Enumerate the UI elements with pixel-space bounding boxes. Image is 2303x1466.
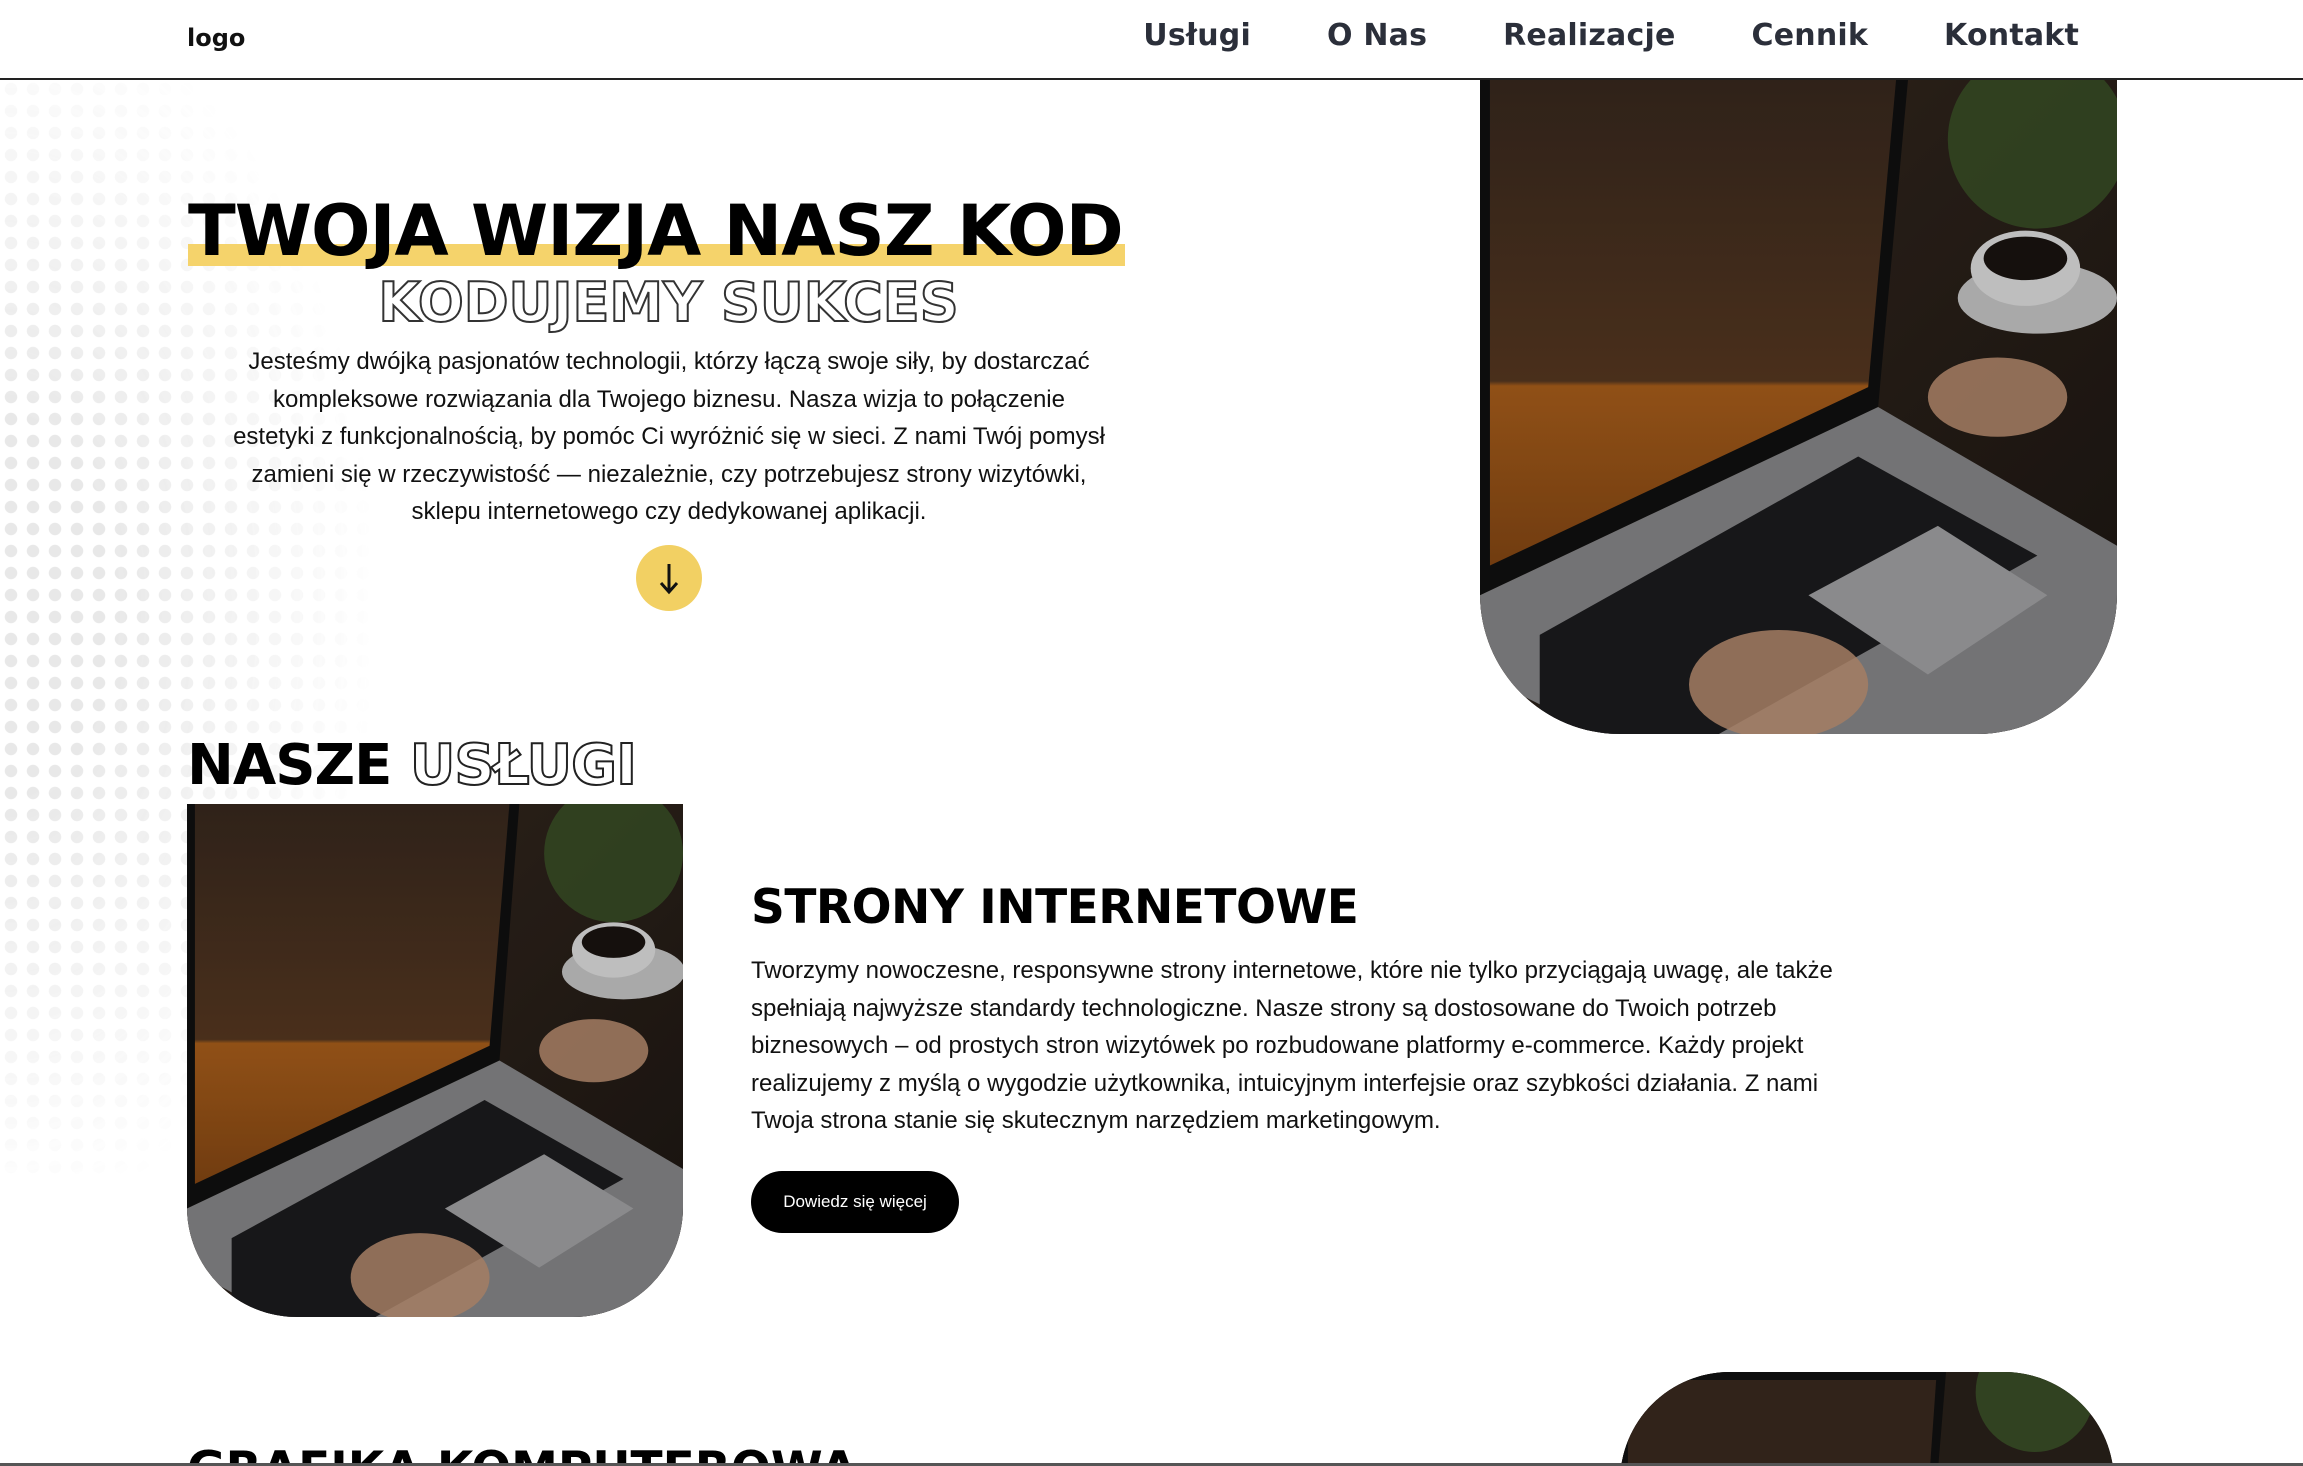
nav-item-o-nas[interactable]: O Nas [1327, 18, 1427, 53]
service-title: STRONY INTERNETOWE [751, 880, 1359, 935]
learn-more-button[interactable]: Dowiedz się więcej [751, 1171, 959, 1233]
hero-laptop-image [1480, 80, 2117, 734]
nav-item-cennik[interactable]: Cennik [1752, 18, 1869, 53]
nav-item-realizacje[interactable]: Realizacje [1503, 18, 1675, 53]
logo[interactable]: logo [187, 24, 245, 52]
services-title-outline: USŁUGI [409, 733, 638, 798]
next-service-image [1620, 1372, 2114, 1466]
nav-item-kontakt[interactable]: Kontakt [1944, 18, 2079, 53]
page: logo Usługi O Nas Realizacje Cennik Kont… [0, 0, 2303, 1466]
main-nav: Usługi O Nas Realizacje Cennik Kontakt [1143, 18, 2079, 53]
hero-subtitle: KODUJEMY SUKCES [377, 271, 959, 334]
service-description: Tworzymy nowoczesne, responsywne strony … [751, 957, 1833, 1134]
hero-description: Jesteśmy dwójką pasjonatów technologii, … [233, 348, 1105, 525]
hero-title: TWOJA WIZJA NASZ KOD [188, 190, 1125, 272]
nav-item-uslugi[interactable]: Usługi [1143, 18, 1251, 53]
site-header: logo Usługi O Nas Realizacje Cennik Kont… [0, 0, 2303, 80]
services-title-solid: NASZE [187, 733, 392, 798]
scroll-down-button[interactable] [636, 545, 702, 611]
service-laptop-image [187, 804, 683, 1317]
services-title: NASZE USŁUGI [187, 737, 638, 795]
arrow-down-icon [659, 564, 679, 595]
